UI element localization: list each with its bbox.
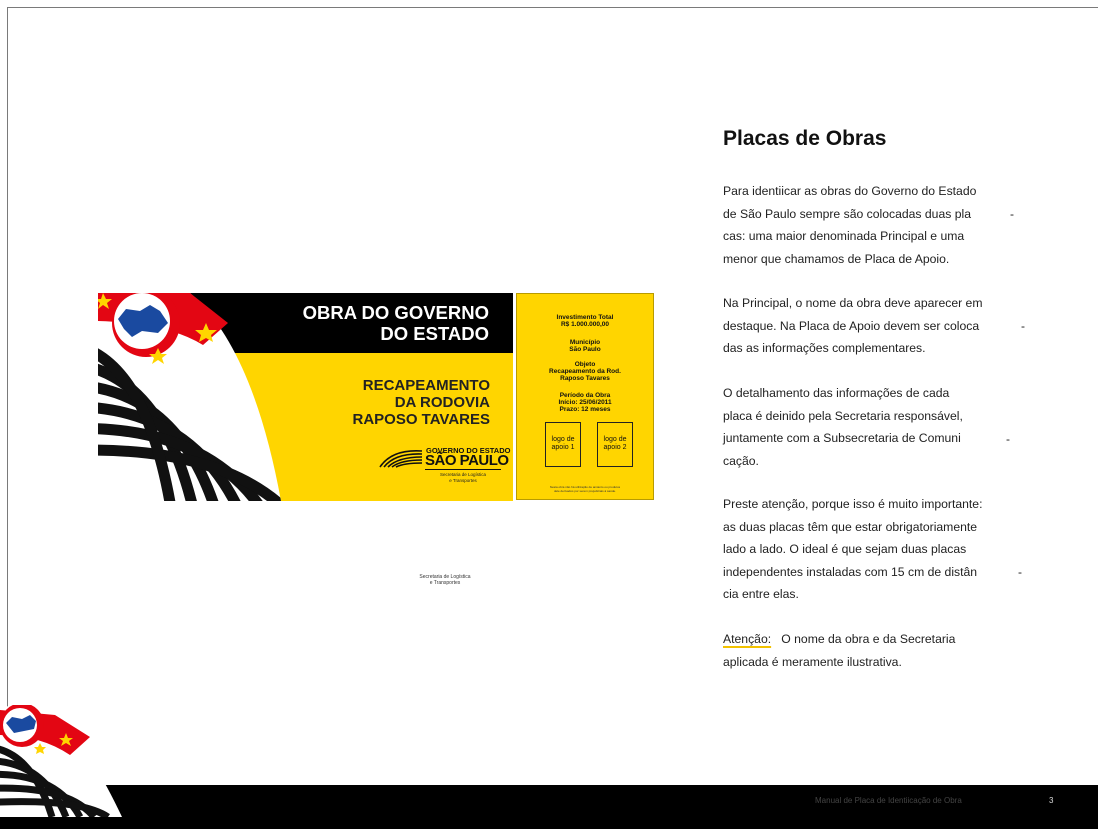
footer-manual-title: Manual de Placa de Identiicação de Obra	[815, 796, 962, 805]
logo-secretariat: Secretaria de Logística e Transportes	[439, 472, 487, 483]
support-fine-print: Nesta obra não há utilização de amianto …	[549, 485, 621, 493]
sao-paulo-flag-icon	[0, 705, 122, 817]
hyphen-mark: -	[1006, 432, 1010, 446]
municipality-block: Município São Paulo	[569, 339, 601, 353]
logo-rule	[425, 469, 501, 470]
stripes-logo-icon	[379, 450, 423, 468]
logo-line-2: SÃO PAULO	[425, 452, 509, 469]
attention-label: Atenção:	[723, 632, 772, 646]
page-title: Placas de Obras	[723, 127, 887, 150]
secretariat-caption: Secretaria de Logística e Transportes	[419, 574, 471, 586]
paragraph-2: Na Principal, o nome da obra deve aparec…	[723, 296, 983, 355]
main-sign-work-name: RECAPEAMENTO DA RODOVIA RAPOSO TAVARES	[352, 377, 490, 428]
main-sign: OBRA DO GOVERNO DO ESTADO RECAPEAMENTO D…	[98, 293, 513, 501]
paragraph-3: O detalhamento das informações de cada p…	[723, 386, 963, 468]
hyphen-mark: -	[1010, 207, 1014, 221]
period-block: Período da Obra Início: 25/06/2011 Prazo…	[558, 392, 612, 413]
page-number: 3	[1049, 796, 1054, 805]
attention-text: O nome da obra e da Secretaria	[781, 632, 956, 646]
investment-block: Investimento Total R$ 1.000.000,00	[556, 314, 614, 328]
paragraph-1: Para identiicar as obras do Governo do E…	[723, 184, 977, 266]
hyphen-mark: -	[1018, 565, 1022, 579]
main-sign-title: OBRA DO GOVERNO DO ESTADO	[302, 302, 489, 344]
paragraph-4: Preste atenção, porque isso é muito impo…	[723, 497, 983, 601]
support-logo-1: logo de apoio 1	[545, 422, 581, 467]
support-sign: Investimento Total R$ 1.000.000,00 Munic…	[516, 293, 654, 500]
support-logo-2: logo de apoio 2	[597, 422, 633, 467]
page-frame-left	[7, 7, 8, 785]
government-logo: GOVERNO DO ESTADO SÃO PAULO Secretaria d…	[378, 446, 510, 483]
hyphen-mark: -	[1021, 319, 1025, 333]
attention-note: Atenção: O nome da obra e da Secretaria …	[723, 632, 956, 669]
page-frame-top	[7, 7, 1098, 8]
object-block: Objeto Recapeamento da Rod. Raposo Tavar…	[549, 361, 621, 382]
footer-bar	[0, 785, 1098, 829]
